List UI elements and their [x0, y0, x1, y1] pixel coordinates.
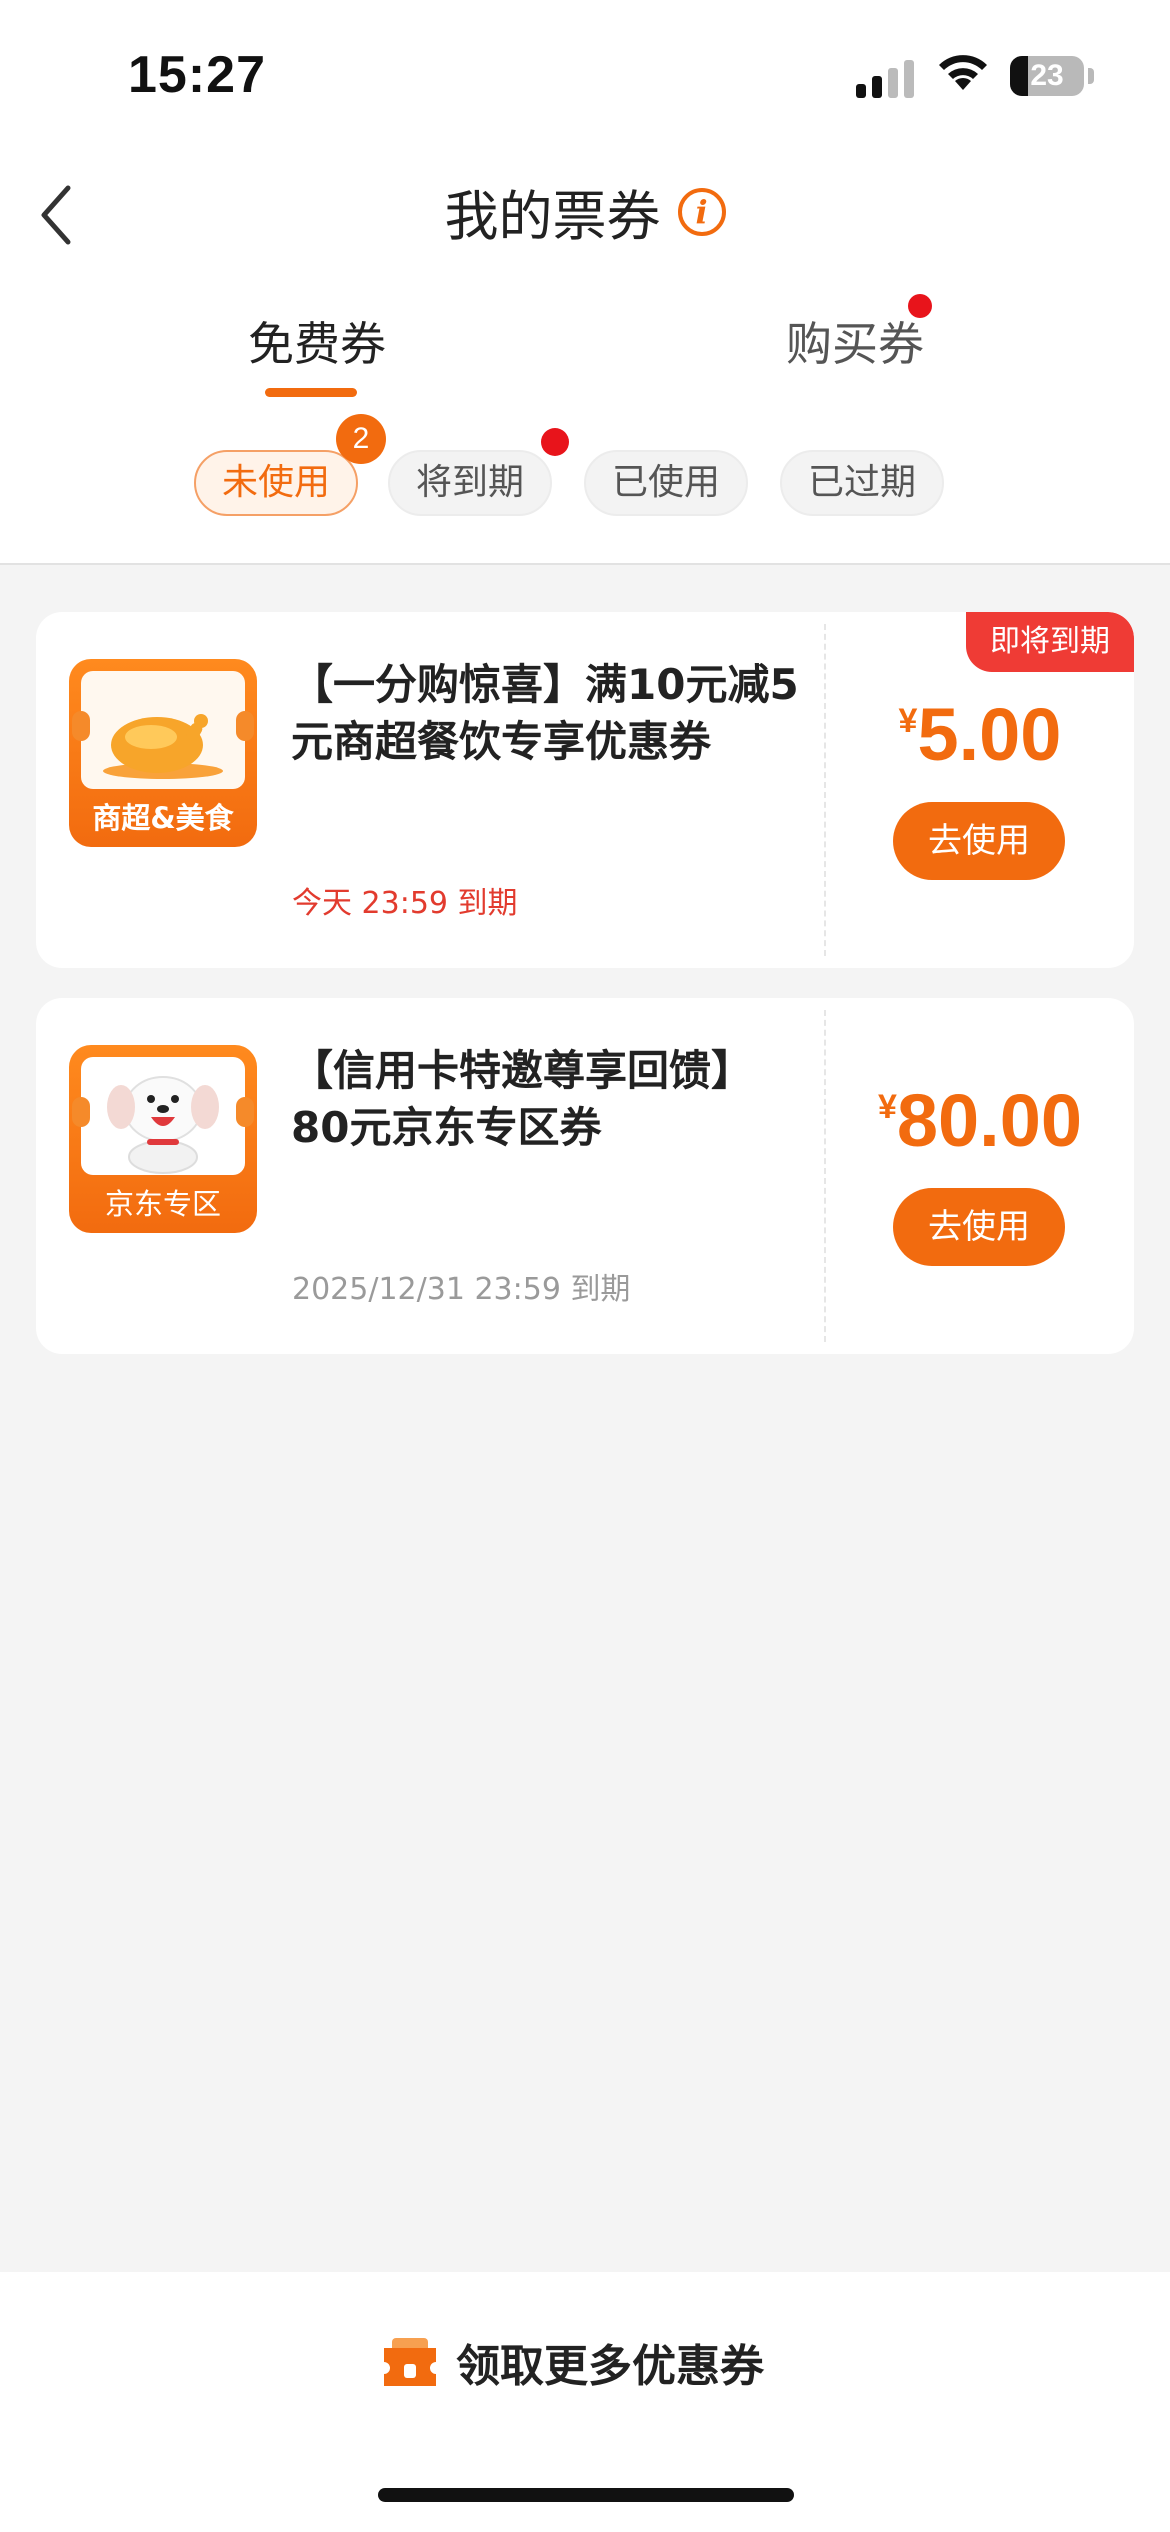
coupon-title: 【一分购惊喜】满10元减5元商超餐饮专享优惠券 [291, 660, 799, 766]
filter-used[interactable]: 已使用 [584, 450, 748, 516]
page: 15:27 23 我的票券 i 免费券 购买券 未使用 2 将到期 已使用 已过… [0, 0, 1170, 2532]
home-indicator[interactable] [378, 2488, 794, 2502]
use-coupon-button[interactable]: 去使用 [893, 802, 1065, 880]
filter-expiring[interactable]: 将到期 [388, 450, 552, 516]
filter-notification-dot [541, 428, 569, 456]
card-divider [824, 624, 826, 956]
filter-expired[interactable]: 已过期 [780, 450, 944, 516]
active-tab-indicator [265, 388, 357, 397]
expiring-soon-tag: 即将到期 [966, 612, 1134, 672]
title-area: 我的票券 i [0, 172, 1170, 251]
coupon-card[interactable]: 商超&美食 【一分购惊喜】满10元减5元商超餐饮专享优惠券 今天 23:59 到… [36, 612, 1134, 968]
page-title: 我的票券 [444, 185, 661, 248]
currency-symbol: ¥ [898, 702, 918, 740]
tab-notification-dot [908, 294, 932, 318]
battery-icon: 23 [1010, 56, 1084, 96]
coupon-expiry: 今天 23:59 到期 [292, 886, 518, 921]
use-coupon-button[interactable]: 去使用 [893, 1188, 1065, 1266]
coupon-amount: 80.00 [896, 1079, 1083, 1162]
wifi-icon [939, 55, 987, 90]
status-bar: 15:27 23 [0, 0, 1170, 140]
dog-mascot-icon [107, 1076, 219, 1174]
coupon-title: 【信用卡特邀尊享回馈】80元京东专区券 [291, 1046, 754, 1152]
filter-unused[interactable]: 未使用 [194, 450, 358, 516]
coupon-amount: 5.00 [917, 693, 1062, 776]
coupon-expiry: 2025/12/31 23:59 到期 [292, 1272, 631, 1307]
tab-free-coupons[interactable]: 免费券 [248, 308, 386, 374]
currency-symbol: ¥ [877, 1088, 897, 1126]
jd-mascot-icon: 京东专区 [69, 1045, 257, 1233]
tab-purchased-coupons[interactable]: 购买券 [786, 308, 924, 374]
coupon-card[interactable]: 京东专区 【信用卡特邀尊享回馈】80元京东专区券 2025/12/31 23:5… [36, 998, 1134, 1354]
info-icon[interactable]: i [677, 187, 726, 236]
ticket-icon [384, 2338, 436, 2386]
battery-cap [1088, 68, 1094, 84]
food-coupon-icon: 商超&美食 [69, 659, 257, 847]
filter-unused-count-badge: 2 [336, 414, 386, 464]
battery-level: 23 [1030, 59, 1064, 92]
roast-chicken-icon [103, 714, 223, 779]
get-more-coupons-button[interactable]: 领取更多优惠券 [380, 2322, 764, 2402]
page-header: 我的票券 i 免费券 购买券 未使用 2 将到期 已使用 已过期 [0, 140, 1170, 565]
get-more-coupons-label: 领取更多优惠券 [456, 2341, 764, 2392]
cellular-signal-icon [856, 58, 916, 98]
coupon-price: ¥5.00 [826, 692, 1134, 777]
card-divider [824, 1010, 826, 1342]
coupon-price: ¥80.00 [826, 1078, 1134, 1163]
coupon-icon-label: 京东专区 [104, 1187, 221, 1221]
coupon-icon-label: 商超&美食 [92, 801, 234, 835]
status-time: 15:27 [128, 46, 266, 104]
